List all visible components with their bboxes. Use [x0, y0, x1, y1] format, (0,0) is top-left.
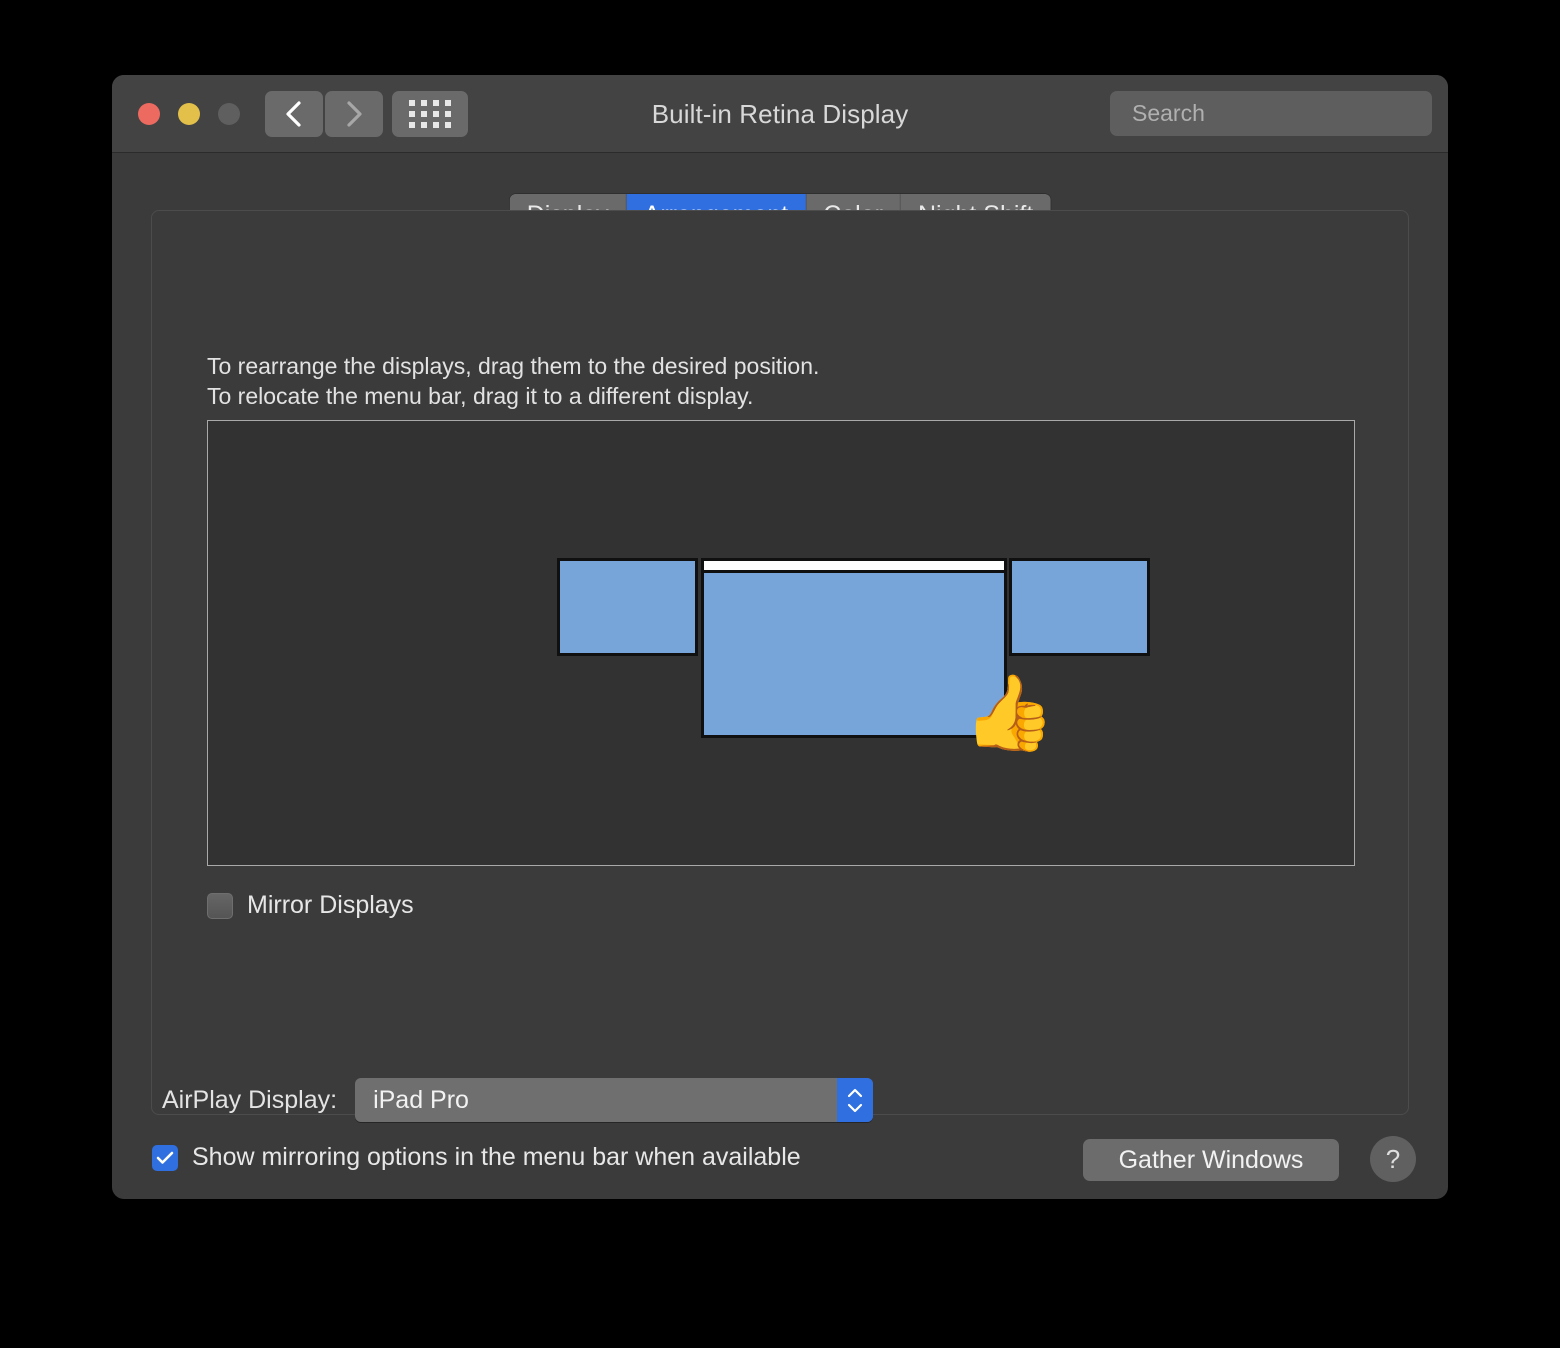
chevron-down-icon — [847, 1103, 863, 1112]
show-mirroring-row[interactable]: Show mirroring options in the menu bar w… — [152, 1143, 801, 1172]
menu-bar-strip[interactable] — [704, 561, 1004, 573]
chevron-up-icon — [847, 1088, 863, 1097]
airplay-display-select[interactable]: iPad Pro — [355, 1078, 874, 1122]
mirror-displays-label: Mirror Displays — [247, 891, 414, 919]
mirror-displays-checkbox[interactable] — [207, 892, 233, 919]
chevron-up-down-icon[interactable] — [837, 1078, 874, 1122]
search-field[interactable] — [1110, 91, 1432, 136]
instructions-text: To rearrange the displays, drag them to … — [207, 353, 820, 409]
checkmark-icon — [156, 1151, 174, 1164]
show-mirroring-label: Show mirroring options in the menu bar w… — [192, 1143, 801, 1171]
mirror-displays-row[interactable]: Mirror Displays — [207, 891, 414, 920]
show-mirroring-checkbox[interactable] — [152, 1144, 178, 1171]
airplay-display-row: AirPlay Display: iPad Pro — [162, 1078, 874, 1122]
display-rect-center[interactable] — [701, 558, 1007, 738]
gather-windows-button[interactable]: Gather Windows — [1083, 1139, 1339, 1181]
airplay-display-label: AirPlay Display: — [162, 1085, 338, 1114]
window-titlebar: Built-in Retina Display — [112, 75, 1448, 153]
thumbs-up-cursor-icon: 👍 — [963, 671, 1056, 754]
display-arrangement-canvas[interactable]: 👍 — [207, 420, 1355, 866]
airplay-display-value: iPad Pro — [373, 1085, 469, 1114]
display-rect-left[interactable] — [557, 558, 698, 656]
system-preferences-window: Built-in Retina Display Display Arrangem… — [112, 75, 1448, 1199]
display-rect-right[interactable] — [1009, 558, 1150, 656]
help-button[interactable]: ? — [1370, 1136, 1416, 1182]
search-input[interactable] — [1132, 100, 1428, 127]
arrangement-panel: To rearrange the displays, drag them to … — [151, 210, 1409, 1115]
